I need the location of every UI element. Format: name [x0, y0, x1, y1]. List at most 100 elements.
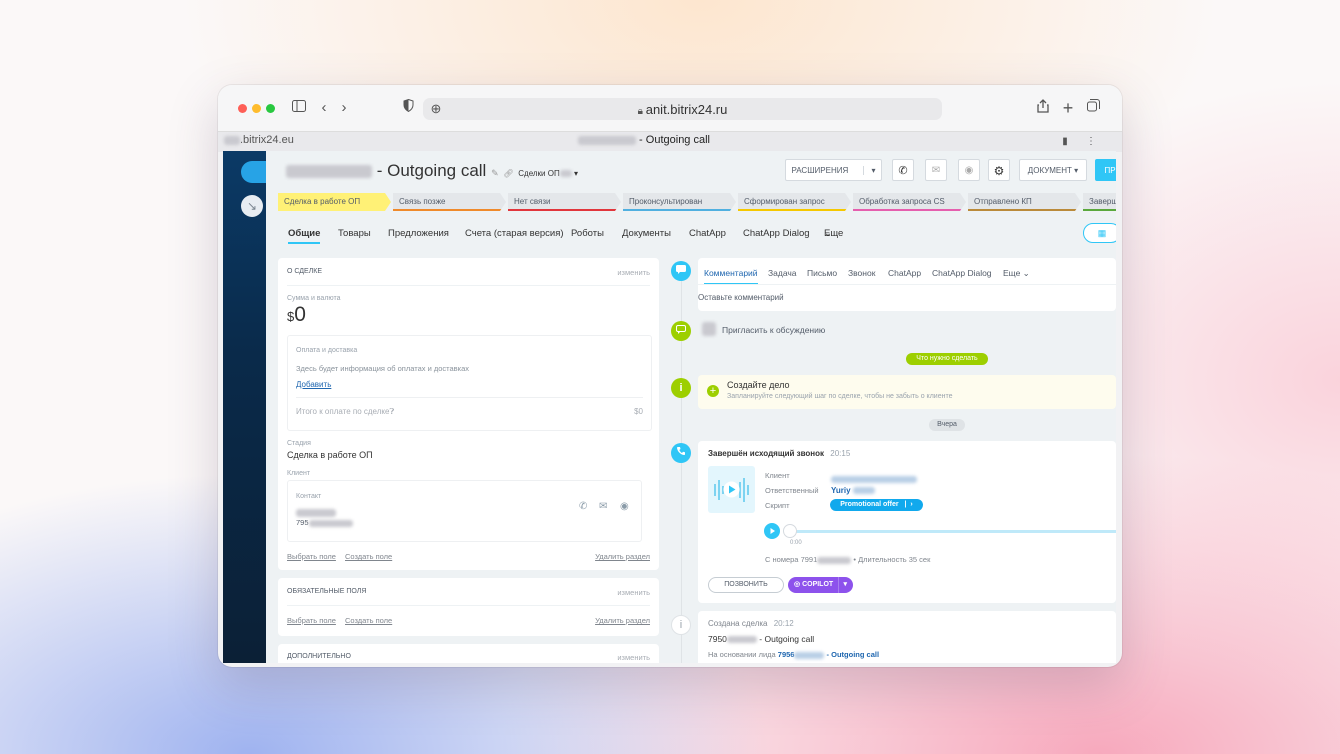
share-icon[interactable]: [1034, 99, 1052, 117]
edit-title-icon[interactable]: ✎: [491, 168, 499, 178]
audio-thumbnail[interactable]: [708, 466, 755, 513]
tab-robots[interactable]: Роботы: [571, 228, 604, 239]
timeline-editor-card: Комментарий Задача Письмо Звонок ChatApp…: [698, 258, 1116, 311]
tab-documents[interactable]: Документы: [622, 228, 671, 239]
create-task-card[interactable]: + Создайте дело Запланируйте следующий ш…: [698, 375, 1116, 409]
info-timeline-icon: i: [671, 378, 691, 398]
call-button[interactable]: ПОЗВОНИТЬ: [708, 577, 784, 593]
tab-general[interactable]: Общие: [288, 228, 321, 244]
stage-6[interactable]: Отправлено КП: [968, 193, 1081, 211]
tab-products[interactable]: Товары: [338, 228, 371, 239]
invite-row[interactable]: Пригласить к обсуждению: [698, 318, 1116, 344]
contact-phone[interactable]: 795: [296, 518, 353, 527]
contact-mail-icon[interactable]: ✉: [599, 501, 607, 512]
required-delete-section-link[interactable]: Удалить раздел: [595, 616, 650, 625]
additional-edit-link[interactable]: изменить: [617, 653, 650, 662]
shield-icon[interactable]: [399, 98, 417, 117]
tab-outgoing-call[interactable]: - Outgoing call: [578, 134, 710, 146]
stage-5[interactable]: Обработка запроса CS: [853, 193, 966, 211]
maximize-window-button[interactable]: [266, 104, 275, 113]
stage-3[interactable]: Проконсультирован: [623, 193, 736, 211]
stage-1[interactable]: Связь позже: [393, 193, 506, 211]
sum-label: Сумма и валюта: [287, 295, 341, 302]
address-bar[interactable]: ⊕ 🔒︎ anit.bitrix24.ru: [423, 98, 942, 120]
tab-chatapp[interactable]: ChatApp: [689, 228, 726, 239]
call-from-number: С номера 7991 • Длительность 35 сек: [765, 555, 931, 564]
timeline-tab-more[interactable]: Еще ⌄: [1003, 268, 1030, 279]
required-create-field-link[interactable]: Создать поле: [345, 616, 392, 625]
forward-icon[interactable]: ›: [335, 99, 353, 117]
timeline-tab-task[interactable]: Задача: [768, 268, 797, 278]
discussion-timeline-icon: [671, 321, 691, 341]
close-window-button[interactable]: [238, 104, 247, 113]
add-task-icon[interactable]: +: [707, 385, 719, 397]
delete-section-link[interactable]: Удалить раздел: [595, 552, 650, 561]
deal-edit-link[interactable]: изменить: [617, 268, 650, 277]
required-edit-link[interactable]: изменить: [617, 588, 650, 597]
create-task-hint: Запланируйте следующий шаг по сделке, чт…: [727, 393, 953, 400]
tab-offers[interactable]: Предложения: [388, 228, 449, 239]
extensions-button[interactable]: РАСШИРЕНИЯ ▾: [785, 159, 882, 181]
phone-icon[interactable]: ✆: [892, 159, 914, 181]
deal-category[interactable]: Сделки ОП ▾: [518, 169, 578, 178]
created-line1: 7950 - Outgoing call: [708, 634, 815, 644]
call-responsible-value[interactable]: Yuriy: [831, 486, 875, 495]
stage-7[interactable]: Заверш: [1083, 193, 1116, 211]
contact-chat-icon[interactable]: ◉: [620, 501, 629, 512]
collapse-icon[interactable]: ↘: [241, 195, 263, 217]
deal-amount: $0: [287, 303, 306, 326]
audio-play-button[interactable]: [764, 523, 780, 539]
browser-tab-bar: .bitrix24.eu - Outgoing call ▮ ⋮: [218, 131, 1122, 152]
call-title: Завершён исходящий звонок 20:15: [708, 449, 851, 458]
contact-phone-icon[interactable]: ✆: [579, 501, 587, 512]
timeline-tab-chatapp-dialog[interactable]: ChatApp Dialog: [932, 268, 992, 278]
document-button[interactable]: ДОКУМЕНТ ▾: [1019, 159, 1087, 181]
timeline-tab-comment[interactable]: Комментарий: [704, 268, 758, 285]
nav-active-pill[interactable]: [241, 161, 266, 183]
create-field-link[interactable]: Создать поле: [345, 552, 392, 561]
minimize-window-button[interactable]: [252, 104, 261, 113]
link-icon[interactable]: 🔗︎: [503, 169, 513, 178]
deal-section-title: О СДЕЛКЕ: [287, 268, 323, 275]
more-menu-icon[interactable]: ⋮: [1082, 133, 1100, 151]
timeline-tab-mail[interactable]: Письмо: [807, 268, 837, 278]
required-choose-field-link[interactable]: Выбрать поле: [287, 616, 336, 625]
bookmark-icon[interactable]: ▮: [1056, 133, 1074, 151]
browser-window: ‹ › ⊕ 🔒︎ anit.bitrix24.ru + .bitrix24.eu…: [218, 85, 1122, 667]
tab-more[interactable]: Еще ⌄: [824, 228, 843, 239]
created-title: Создана сделка 20:12: [708, 619, 794, 628]
tab-invoices[interactable]: Счета (старая версия): [465, 228, 564, 239]
create-task-title: Создайте дело: [727, 380, 790, 390]
timeline-tab-chatapp[interactable]: ChatApp: [888, 268, 921, 278]
stage-4[interactable]: Сформирован запрос: [738, 193, 851, 211]
script-badge[interactable]: Promotional offer | ›: [830, 499, 923, 511]
deal-info-card: О СДЕЛКЕ изменить Сумма и валюта $0 Опла…: [278, 258, 659, 570]
lead-link[interactable]: 7956 - Outgoing call: [778, 650, 879, 659]
stage-2[interactable]: Нет связи: [508, 193, 621, 211]
invite-text[interactable]: Пригласить к обсуждению: [722, 325, 825, 335]
mail-icon[interactable]: ✉: [925, 159, 947, 181]
settings-icon[interactable]: ⚙: [988, 159, 1010, 181]
stage-0[interactable]: Сделка в работе ОП: [278, 193, 391, 211]
timeline-tab-call[interactable]: Звонок: [848, 268, 875, 278]
tab-overview-icon[interactable]: [1084, 99, 1102, 117]
add-payment-link[interactable]: Добавить: [296, 380, 331, 389]
timeline-toggle-button[interactable]: ▦: [1083, 223, 1116, 243]
tab-chatapp-dialog[interactable]: ChatApp Dialog: [743, 228, 810, 239]
comment-input[interactable]: Оставьте комментарий: [698, 293, 784, 302]
call-responsible-label: Ответственный: [765, 486, 819, 495]
help-icon[interactable]: ❓︎: [389, 407, 394, 416]
sidebar-toggle-icon[interactable]: [290, 99, 308, 117]
audio-progress-handle[interactable]: [783, 524, 797, 538]
primary-action-button[interactable]: ПР: [1095, 159, 1116, 181]
new-tab-icon[interactable]: +: [1059, 99, 1077, 117]
back-icon[interactable]: ‹: [315, 99, 333, 117]
audio-progress-track[interactable]: [786, 530, 1116, 533]
call-script-label: Скрипт: [765, 501, 790, 510]
tab-bitrix-eu[interactable]: .bitrix24.eu: [224, 134, 294, 146]
payment-title: Оплата и доставка: [296, 347, 358, 354]
chat-icon[interactable]: ◉: [958, 159, 980, 181]
copilot-button[interactable]: ◎ COPILOT ▾: [788, 577, 853, 593]
additional-section-title: ДОПОЛНИТЕЛЬНО: [287, 653, 351, 660]
choose-field-link[interactable]: Выбрать поле: [287, 552, 336, 561]
